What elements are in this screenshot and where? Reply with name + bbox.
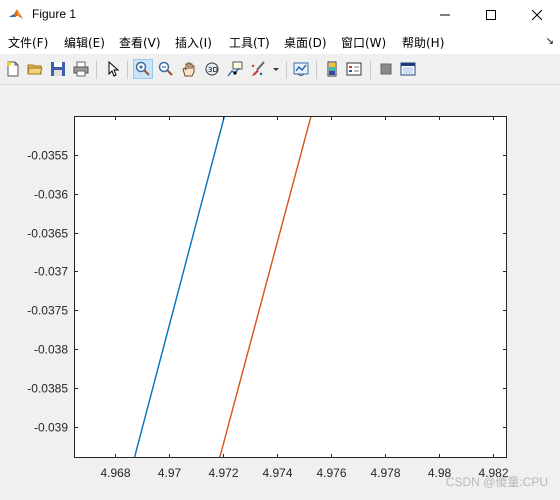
- menu-tools[interactable]: 工具(T): [229, 34, 270, 51]
- pan-button[interactable]: [179, 59, 199, 79]
- svg-text:3D: 3D: [208, 66, 218, 74]
- edit-plot-button[interactable]: [103, 59, 123, 79]
- close-icon: [531, 9, 543, 21]
- menu-window[interactable]: 窗口(W): [341, 34, 386, 51]
- brush-button[interactable]: [248, 59, 268, 79]
- zoom-in-button[interactable]: [133, 59, 153, 79]
- y-tick-label: -0.037: [34, 265, 68, 279]
- menu-view[interactable]: 查看(V): [119, 34, 161, 51]
- maximize-button[interactable]: [468, 0, 514, 30]
- data-cursor-icon: [227, 61, 243, 77]
- save-icon: [51, 62, 65, 76]
- zoom-out-icon: [158, 61, 173, 76]
- brush-icon: [251, 61, 265, 76]
- zoom-out-button[interactable]: [156, 59, 176, 79]
- watermark-text: CSDN @傻童:CPU: [445, 475, 548, 489]
- hand-pan-icon: [182, 62, 195, 77]
- show-plot-tools-icon: [400, 62, 416, 76]
- link-plot-button[interactable]: [291, 59, 311, 79]
- toolbar-separator: [316, 61, 317, 79]
- x-tick-label: 4.97: [158, 466, 182, 480]
- title-bar: Figure 1: [0, 0, 560, 30]
- x-tick-label: 4.972: [208, 466, 238, 480]
- hide-plot-tools-button[interactable]: [376, 59, 396, 79]
- toolbar-separator: [127, 61, 128, 79]
- y-tick-label: -0.038: [34, 343, 68, 357]
- toolbar: 3D: [0, 56, 560, 85]
- save-button[interactable]: [48, 59, 68, 79]
- menu-bar: 文件(F) 编辑(E) 查看(V) 插入(I) 工具(T) 桌面(D) 窗口(W…: [0, 30, 560, 54]
- minimize-icon: [440, 14, 450, 16]
- maximize-icon: [486, 10, 496, 20]
- printer-icon: [73, 61, 89, 77]
- hide-plot-tools-icon: [380, 63, 392, 75]
- rotate-3d-button[interactable]: 3D: [202, 59, 222, 79]
- close-button[interactable]: [514, 0, 560, 30]
- show-plot-tools-button[interactable]: [398, 59, 418, 79]
- y-tick-label: -0.0375: [27, 304, 68, 318]
- chevron-down-icon: [273, 68, 279, 71]
- menu-file[interactable]: 文件(F): [8, 34, 48, 51]
- menu-help[interactable]: 帮助(H): [402, 34, 444, 51]
- new-figure-button[interactable]: [3, 59, 23, 79]
- x-tick-label: 4.978: [370, 466, 400, 480]
- arrow-pointer-icon: [108, 61, 120, 77]
- x-tick-label: 4.968: [100, 466, 130, 480]
- y-tick-label: -0.039: [34, 421, 68, 435]
- data-cursor-button[interactable]: [225, 59, 245, 79]
- line-plot[interactable]: 4.968 4.97 4.972 4.974 4.976 4.978 4.98 4.982-0…: [0, 85, 560, 500]
- insert-colorbar-button[interactable]: [322, 59, 342, 79]
- x-tick-label: 4.974: [262, 466, 292, 480]
- y-tick-label: -0.0355: [27, 149, 68, 163]
- menu-desktop[interactable]: 桌面(D): [284, 34, 327, 51]
- rotate-3d-icon: 3D: [205, 62, 219, 76]
- toolbar-separator: [370, 61, 371, 79]
- matlab-logo-icon: [9, 9, 23, 19]
- menu-insert[interactable]: 插入(I): [175, 34, 212, 51]
- new-file-icon: [7, 61, 19, 77]
- toolbar-separator: [286, 61, 287, 79]
- minimize-button[interactable]: [422, 0, 468, 30]
- colorbar-icon: [327, 61, 337, 77]
- insert-legend-button[interactable]: [344, 59, 364, 79]
- y-tick-label: -0.0365: [27, 227, 68, 241]
- menu-edit[interactable]: 编辑(E): [64, 34, 105, 51]
- open-file-button[interactable]: [25, 59, 45, 79]
- window-title: Figure 1: [32, 7, 77, 21]
- figure-canvas[interactable]: 4.968 4.97 4.972 4.974 4.976 4.978 4.98 4.982 -0…: [0, 85, 560, 500]
- axes-background[interactable]: [74, 116, 507, 458]
- menu-overflow-arrow-icon[interactable]: ↘: [546, 36, 554, 47]
- folder-open-icon: [27, 64, 43, 75]
- zoom-in-icon: [135, 61, 150, 76]
- toolbar-separator: [96, 61, 97, 79]
- brush-dropdown[interactable]: [270, 59, 282, 79]
- link-plot-icon: [293, 62, 309, 76]
- x-tick-label: 4.976: [316, 466, 346, 480]
- y-tick-label: -0.036: [34, 188, 68, 202]
- print-button[interactable]: [71, 59, 91, 79]
- legend-icon: [346, 62, 362, 76]
- y-tick-label: -0.0385: [27, 382, 68, 396]
